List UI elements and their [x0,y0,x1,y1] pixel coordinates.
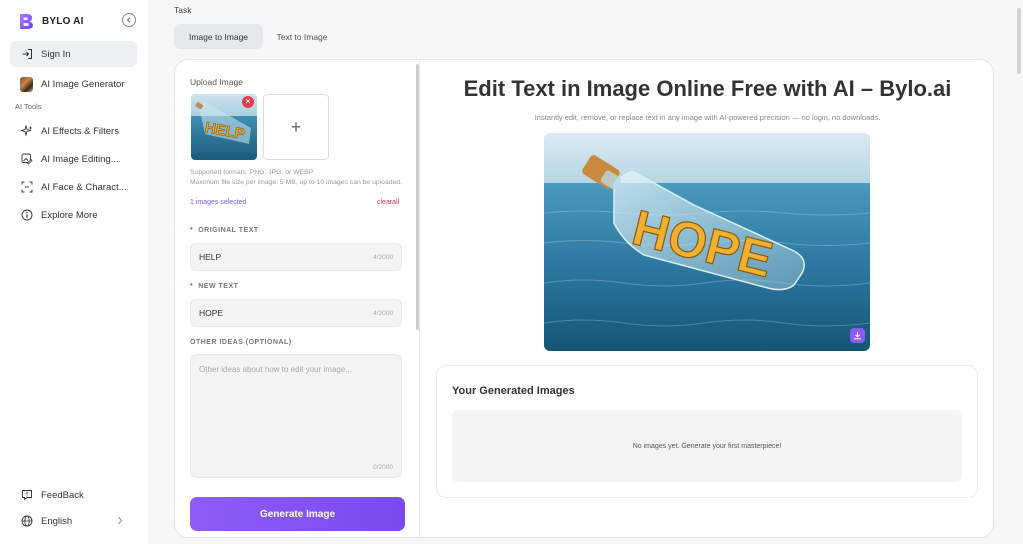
new-text-label: * NEW TEXT [190,283,238,290]
bylo-logo-icon [20,14,33,29]
original-text-input[interactable]: HELP 4/2000 [190,243,402,271]
other-ideas-placeholder: Other ideas about how to edit your image… [199,365,352,374]
empty-state-message: No images yet. Generate your first maste… [632,442,782,450]
sidebar-item-label: AI Image Editing... [41,153,119,165]
remove-image-button[interactable]: ✕ [242,96,254,108]
tab-text-to-image[interactable]: Text to Image [266,24,338,49]
collapse-sidebar-button[interactable] [122,13,136,27]
chevron-left-icon [126,17,131,23]
main-card: Upload Image HELP ✕ + Supported formats:… [174,59,994,538]
brand-name: BYLO AI [42,15,84,27]
new-text-value: HOPE [199,308,224,318]
original-text-label: * ORIGINAL TEXT [190,227,259,234]
feedback-button[interactable]: FeedBack [10,482,137,508]
download-button[interactable] [850,328,865,343]
original-text-counter: 4/2000 [373,253,393,261]
bottle-hope-image: HOPE HOPE [544,133,870,351]
max-size-text: Maximum file size per image: 5 MB, up to… [190,178,402,186]
new-text-label-text: NEW TEXT [198,283,239,290]
sidebar: BYLO AI Sign In AI Image Generator AI To… [0,0,148,544]
original-text-value: HELP [199,252,222,262]
sidebar-item-label: Explore More [41,209,98,221]
sidebar-item-ai-effects[interactable]: AI Effects & Filters [10,118,137,144]
new-text-input[interactable]: HOPE 4/2000 [190,299,402,327]
sidebar-item-explore-more[interactable]: Explore More [10,202,137,228]
generated-images-title: Your Generated Images [452,385,575,397]
generated-images-empty-state: No images yet. Generate your first maste… [452,410,962,482]
task-label: Task [174,5,192,15]
tab-image-to-image[interactable]: Image to Image [174,24,263,49]
required-marker: * [190,283,194,290]
close-icon: ✕ [244,97,252,106]
new-text-counter: 4/2000 [373,309,393,317]
generated-images-section: Your Generated Images No images yet. Gen… [436,365,978,498]
download-icon [854,332,861,340]
info-circle-icon [20,209,33,222]
feedback-label: FeedBack [41,489,84,501]
form-scrollbar[interactable] [416,64,419,330]
sign-in-label: Sign In [41,48,71,60]
feedback-icon [20,489,33,502]
page-scrollbar[interactable] [1017,8,1021,74]
upload-requirements: Supported formats: PNG, JPG, or WEBP Max… [190,168,402,187]
brand[interactable]: BYLO AI [18,12,84,30]
preview-panel: Edit Text in Image Online Free with AI –… [420,60,993,537]
image-generator-thumbnail [20,76,33,92]
sidebar-item-label: AI Face & Charact... [41,181,127,193]
supported-formats-text: Supported formats: PNG, JPG, or WEBP [190,169,314,176]
globe-icon [20,515,33,528]
face-scan-icon [20,181,33,194]
image-edit-icon [20,153,33,166]
chevron-right-icon [117,516,123,528]
result-preview-image: HOPE HOPE [544,133,870,351]
other-ideas-textarea[interactable]: Other ideas about how to edit your image… [190,354,402,478]
images-selected-count: 1 images selected [190,199,247,206]
add-image-button[interactable]: + [263,94,329,160]
sparkles-icon [20,125,33,138]
language-label: English [41,515,73,527]
login-icon [20,48,33,61]
ai-tools-section-label: AI Tools [15,102,42,111]
sign-in-button[interactable]: Sign In [10,41,137,67]
generate-image-button[interactable]: Generate Image [190,497,405,531]
edit-form-panel: Upload Image HELP ✕ + Supported formats:… [175,60,420,537]
original-text-label-text: ORIGINAL TEXT [198,227,259,234]
clear-all-link[interactable]: clearall [377,199,399,206]
sidebar-item-ai-face[interactable]: AI Face & Charact... [10,174,137,200]
page-title: Edit Text in Image Online Free with AI –… [463,76,952,101]
sidebar-item-ai-image-editing[interactable]: AI Image Editing... [10,146,137,172]
sidebar-item-ai-image-generator[interactable]: AI Image Generator [10,71,137,97]
plus-icon: + [290,116,302,137]
required-marker: * [190,227,194,234]
other-ideas-label: OTHER IDEAS (OPTIONAL) [190,339,292,346]
page-subtitle: Instantly edit, remove, or replace text … [534,113,881,122]
language-selector[interactable]: English [10,508,137,534]
other-ideas-counter: 0/2000 [373,464,393,471]
upload-image-label: Upload Image [190,77,243,87]
sidebar-item-label: AI Image Generator [41,78,125,90]
sidebar-item-label: AI Effects & Filters [41,125,119,137]
